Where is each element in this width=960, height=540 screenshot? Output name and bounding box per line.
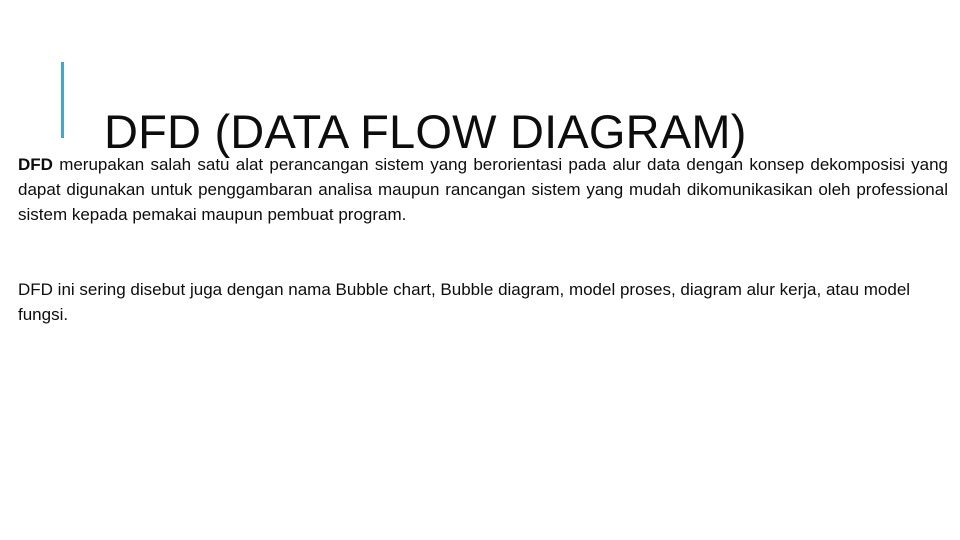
title-accent-bar <box>61 62 64 138</box>
body-content: DFD merupakan salah satu alat perancanga… <box>18 152 948 327</box>
paragraph-definition-lead: DFD <box>18 155 53 174</box>
paragraph-definition: DFD merupakan salah satu alat perancanga… <box>18 152 948 227</box>
paragraph-aliases: DFD ini sering disebut juga dengan nama … <box>18 280 911 324</box>
slide: DFD (DATA FLOW DIAGRAM) DFD merupakan sa… <box>0 0 960 540</box>
title-block: DFD (DATA FLOW DIAGRAM) <box>0 56 960 156</box>
paragraph-definition-rest: merupakan salah satu alat perancangan si… <box>18 155 948 224</box>
